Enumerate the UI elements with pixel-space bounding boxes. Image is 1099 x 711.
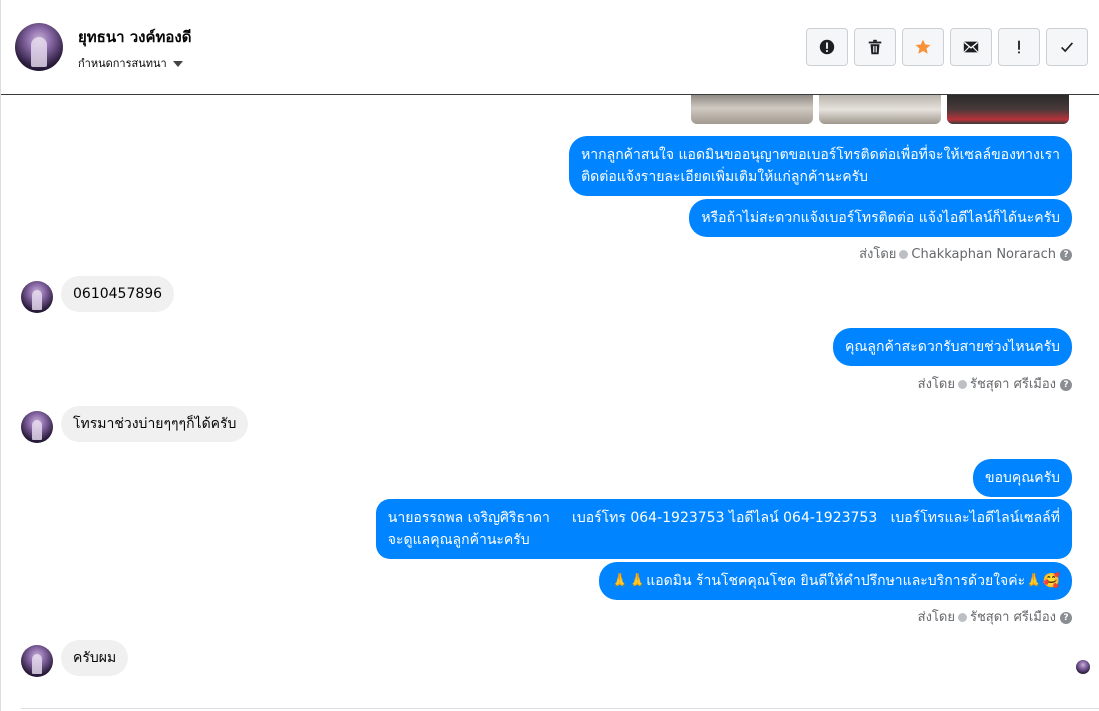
contact-name[interactable]: ยุทธนา วงค์ทองดี [78,25,191,49]
sent-by-info: ส่งโดย Chakkaphan Norarach? [859,243,1072,264]
agent-name: รัชสุดา ศรีเมือง [969,377,1056,392]
incoming-message: ครับผม [61,640,129,676]
sent-by-info: ส่งโดย รัชสุดา ศรีเมือง? [918,373,1072,394]
sent-by-info: ส่งโดย รัชสุดา ศรีเมือง? [918,606,1072,627]
help-icon[interactable]: ? [1060,378,1072,391]
spam-report-button[interactable] [806,28,848,66]
outgoing-message: คุณลูกค้าสะดวกรับสายช่วงไหนครับ [833,328,1072,366]
outgoing-message: หรือถ้าไม่สะดวกแจ้งเบอร์โทรติดต่อ แจ้งไอ… [689,199,1072,237]
agent-status-icon [957,613,967,622]
read-receipt-avatar [1076,660,1090,674]
assign-conversation-dropdown[interactable]: กำหนดการสนทนา [78,54,183,72]
conversation-toolbar [806,28,1088,66]
contact-avatar-small [21,411,53,443]
exclamation-icon [1018,40,1020,54]
outgoing-message: หากลูกค้าสนใจ แอดมินขออนุญาตขอเบอร์โทรติ… [569,136,1072,196]
car-interior-photo[interactable] [947,95,1069,124]
photo-attachments [691,95,1069,124]
conversation-header: ยุทธนา วงค์ทองดี กำหนดการสนทนา [1,0,1099,95]
contact-avatar-small [21,645,53,677]
agent-name: รัชสุดา ศรีเมือง [969,610,1056,625]
sent-by-label: ส่งโดย [917,377,955,392]
message-line: หากลูกค้าสนใจ แอดมินขออนุญาตขอเบอร์โทรติ… [581,147,1060,163]
sent-by-label: ส่งโดย [859,247,897,262]
assign-conversation-label: กำหนดการสนทนา [78,57,167,70]
help-icon[interactable]: ? [1060,248,1072,261]
composer-divider [21,708,1099,709]
follow-up-button[interactable] [998,28,1040,66]
delete-button[interactable] [854,28,896,66]
message-line: จะดูแลคุณลูกค้านะครับ [387,532,530,548]
conversation-panel: ยุทธนา วงค์ทองดี กำหนดการสนทนา หากลูกค้า… [0,0,1099,711]
outgoing-message: 🙏🙏แอดมิน ร้านโชคคุณโชค ยินดีให้คำปรึกษาแ… [599,562,1072,600]
star-button[interactable] [902,28,944,66]
outgoing-message: ขอบคุณครับ [973,459,1072,497]
message-thread[interactable]: หากลูกค้าสนใจ แอดมินขออนุญาตขอเบอร์โทรติ… [1,95,1099,711]
trash-icon [868,39,882,55]
alert-circle-icon [819,39,835,55]
agent-status-icon [957,380,967,389]
star-icon [915,39,931,54]
message-line: นายอรรถพล เจริญศิริธาดา เบอร์โทร 064-192… [387,510,1060,526]
car-interior-photo[interactable] [819,95,941,124]
sent-by-label: ส่งโดย [917,610,955,625]
contact-avatar[interactable] [15,23,63,71]
envelope-icon [963,41,979,53]
agent-status-icon [899,250,909,259]
outgoing-message: นายอรรถพล เจริญศิริธาดา เบอร์โทร 064-192… [375,499,1072,559]
checkmark-icon [1061,42,1074,53]
help-icon[interactable]: ? [1060,611,1072,624]
mark-done-button[interactable] [1046,28,1088,66]
mark-unread-button[interactable] [950,28,992,66]
message-line: ติดต่อแจ้งรายละเอียดเพิ่มเติมให้แก่ลูกค้… [581,169,869,185]
agent-name: Chakkaphan Norarach [911,247,1056,262]
car-interior-photo[interactable] [691,95,813,124]
caret-down-icon [172,61,183,67]
incoming-message: โทรมาช่วงบ่ายๆๆๆก็ได้ครับ [61,406,249,442]
incoming-message: 0610457896 [61,276,175,312]
contact-avatar-small [21,281,53,313]
